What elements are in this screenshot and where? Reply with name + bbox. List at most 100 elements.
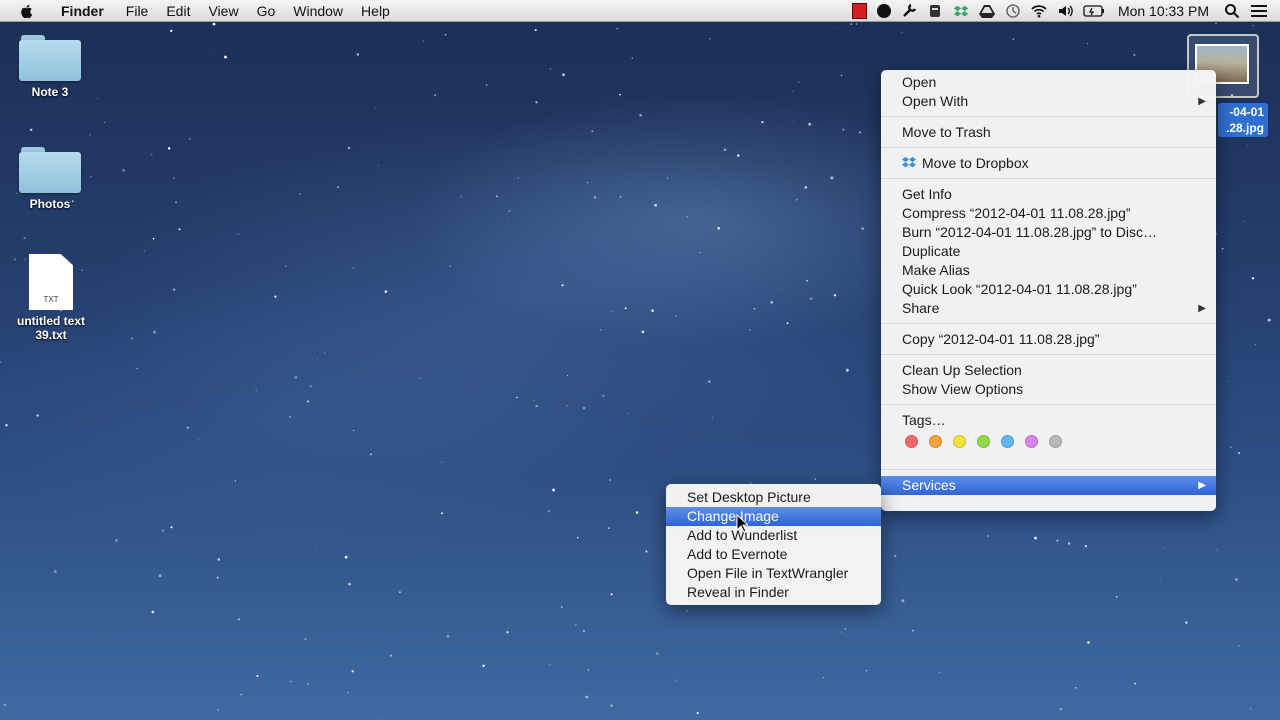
star	[460, 196, 462, 198]
desktop-icon-untitled-text[interactable]: TXT untitled text 39.txt	[1, 254, 101, 342]
star	[593, 196, 597, 199]
menu-window[interactable]: Window	[284, 0, 352, 22]
star	[1159, 580, 1161, 582]
tag-blue[interactable]	[1001, 434, 1014, 448]
star	[172, 288, 176, 291]
star	[549, 664, 551, 666]
menu-file[interactable]: File	[117, 0, 158, 22]
star	[611, 310, 613, 312]
apple-logo-icon[interactable]	[18, 2, 36, 20]
star	[582, 629, 586, 632]
menu-item-copy[interactable]: Copy “2012-04-01 11.08.28.jpg”	[881, 330, 1216, 349]
wrench-icon[interactable]	[901, 3, 917, 19]
menu-separator	[881, 469, 1216, 470]
star	[552, 488, 556, 492]
evernote-icon[interactable]	[876, 4, 891, 18]
dropbox-icon[interactable]	[953, 3, 969, 19]
star	[508, 210, 511, 213]
menu-item-tags[interactable]: Tags…	[881, 411, 1216, 430]
menu-item-compress[interactable]: Compress “2012-04-01 11.08.28.jpg”	[881, 204, 1216, 223]
star	[566, 405, 568, 406]
star	[307, 683, 309, 685]
menu-view[interactable]: View	[199, 0, 247, 22]
star	[639, 113, 643, 117]
star	[506, 631, 509, 634]
star	[675, 679, 677, 681]
menu-item-burn[interactable]: Burn “2012-04-01 11.08.28.jpg” to Disc…	[881, 223, 1216, 242]
star	[717, 226, 720, 230]
star	[256, 675, 259, 678]
notification-icon[interactable]	[927, 3, 943, 19]
menu-go[interactable]: Go	[248, 0, 285, 22]
folder-icon	[19, 145, 81, 193]
service-set-desktop-picture[interactable]: Set Desktop Picture	[666, 488, 881, 507]
desktop-icon-photos[interactable]: Photos	[0, 145, 100, 211]
menu-item-quick-look[interactable]: Quick Look “2012-04-01 11.08.28.jpg”	[881, 280, 1216, 299]
star	[1251, 277, 1255, 280]
star	[1235, 578, 1238, 581]
menu-edit[interactable]: Edit	[157, 0, 199, 22]
menu-finder[interactable]: Finder	[52, 0, 113, 22]
menu-item-show-view-options[interactable]: Show View Options	[881, 380, 1216, 399]
tag-purple[interactable]	[1025, 434, 1038, 448]
menu-item-open[interactable]: Open	[881, 73, 1216, 92]
star	[30, 128, 33, 131]
star	[547, 509, 551, 513]
tag-red[interactable]	[905, 434, 918, 448]
star	[833, 293, 837, 297]
menu-help[interactable]: Help	[352, 0, 399, 22]
star	[987, 534, 990, 538]
service-reveal-in-finder[interactable]: Reveal in Finder	[666, 583, 881, 602]
star	[347, 691, 349, 694]
clock[interactable]: Mon 10:33 PM	[1118, 3, 1209, 19]
star	[446, 635, 450, 638]
time-machine-icon[interactable]	[1005, 3, 1021, 19]
tag-yellow[interactable]	[953, 434, 966, 448]
selected-file-label[interactable]: -04-01 .28.jpg	[1218, 103, 1268, 137]
volume-icon[interactable]	[1057, 3, 1073, 19]
red-app-icon[interactable]	[851, 3, 867, 19]
spotlight-search-icon[interactable]	[1224, 3, 1240, 19]
menu-item-clean-up[interactable]: Clean Up Selection	[881, 361, 1216, 380]
star	[324, 352, 325, 354]
star	[274, 295, 277, 298]
star	[861, 227, 864, 230]
tag-orange[interactable]	[929, 434, 942, 448]
menu-item-share[interactable]: Share ▶	[881, 299, 1216, 318]
battery-icon[interactable]	[1083, 3, 1105, 19]
star	[36, 414, 39, 417]
star	[351, 670, 354, 673]
star	[3, 703, 6, 706]
menu-item-services[interactable]: Services ▶	[881, 476, 1216, 495]
star	[294, 376, 298, 379]
tag-gray[interactable]	[1049, 434, 1062, 448]
star	[814, 478, 816, 480]
menu-item-make-alias[interactable]: Make Alias	[881, 261, 1216, 280]
star	[1084, 545, 1087, 548]
star	[1056, 539, 1059, 542]
star	[53, 570, 57, 574]
desktop-icon-note3[interactable]: Note 3	[0, 33, 100, 99]
menu-item-get-info[interactable]: Get Info	[881, 185, 1216, 204]
menu-item-move-to-trash[interactable]: Move to Trash	[881, 123, 1216, 142]
google-drive-icon[interactable]	[978, 3, 995, 19]
star	[582, 406, 586, 410]
notification-center-icon[interactable]	[1250, 3, 1268, 19]
tag-green[interactable]	[977, 434, 990, 448]
menu-item-move-to-dropbox[interactable]: Move to Dropbox	[881, 154, 1216, 173]
star	[602, 394, 605, 397]
service-add-to-evernote[interactable]: Add to Evernote	[666, 545, 881, 564]
star	[1238, 452, 1240, 455]
star	[169, 29, 173, 33]
service-open-in-textwrangler[interactable]: Open File in TextWrangler	[666, 564, 881, 583]
star	[616, 27, 618, 30]
service-add-to-wunderlist[interactable]: Add to Wunderlist	[666, 526, 881, 545]
menu-item-open-with[interactable]: Open With ▶	[881, 92, 1216, 111]
star	[792, 121, 794, 122]
menu-item-duplicate[interactable]: Duplicate	[881, 242, 1216, 261]
star	[174, 201, 178, 204]
service-change-image[interactable]: Change Image	[666, 507, 881, 526]
star	[173, 177, 176, 180]
wifi-icon[interactable]	[1031, 3, 1047, 19]
folder-icon	[19, 33, 81, 81]
